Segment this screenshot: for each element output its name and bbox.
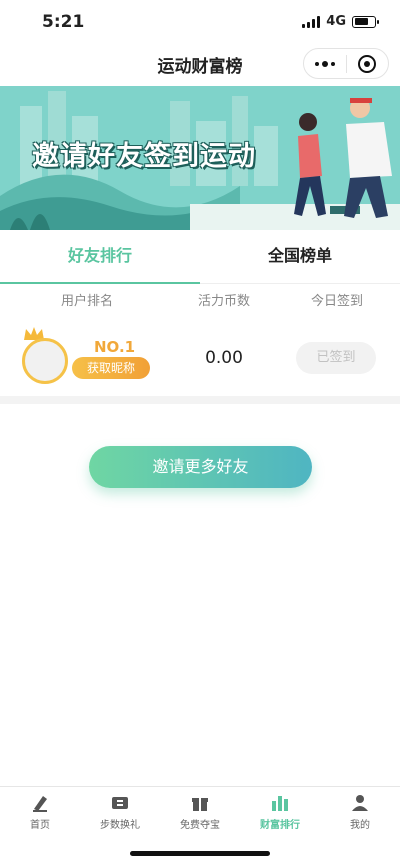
- section-divider: [0, 396, 400, 404]
- home-indicator: [130, 851, 270, 856]
- header-user-rank: 用户排名: [60, 294, 113, 309]
- network-type: 4G: [326, 14, 346, 29]
- home-icon: [33, 796, 47, 812]
- tabbar-label: 我的: [350, 820, 370, 831]
- tabbar-label: 财富排行: [260, 820, 300, 831]
- ticket-icon: [112, 797, 128, 809]
- invite-more-friends-button[interactable]: 邀请更多好友: [89, 446, 312, 488]
- tabbar-item-home[interactable]: 首页: [0, 787, 80, 838]
- close-target-icon: [358, 54, 377, 73]
- avatar: [22, 338, 68, 384]
- user-icon: [352, 795, 368, 811]
- close-mini-program-button[interactable]: [347, 49, 389, 78]
- header-checkin: 今日签到: [310, 294, 363, 309]
- avatar-group: [20, 326, 70, 386]
- get-nickname-button[interactable]: 获取昵称: [72, 357, 150, 379]
- rank-label: NO.1: [94, 338, 136, 356]
- gift-icon: [192, 798, 208, 811]
- tab-national-ranking[interactable]: 全国榜单: [200, 230, 400, 283]
- tab-friends-ranking[interactable]: 好友排行: [0, 230, 200, 284]
- checked-in-button[interactable]: 已签到: [296, 342, 376, 374]
- tabbar-item-wealth-ranking[interactable]: 财富排行: [240, 787, 320, 838]
- tabbar-label: 免费夺宝: [180, 820, 220, 831]
- invite-banner[interactable]: 邀请好友签到运动: [0, 86, 400, 230]
- more-dots-icon: [314, 60, 335, 67]
- ranking-table-header: 用户排名 活力币数 今日签到: [0, 284, 400, 320]
- tabbar-item-steps-gifts[interactable]: 步数换礼: [80, 787, 160, 838]
- ranking-tabs: 好友排行 全国榜单: [0, 230, 400, 284]
- status-icons: 4G: [302, 14, 379, 29]
- battery-icon: [352, 15, 379, 28]
- bottom-tab-bar: 首页 步数换礼 免费夺宝 财富排行 我的: [0, 786, 400, 838]
- nav-bar: 运动财富榜: [0, 44, 400, 84]
- status-time: 5:21: [42, 12, 85, 32]
- coins-value: 0.00: [205, 348, 243, 368]
- tabbar-label: 步数换礼: [100, 820, 140, 831]
- table-row: NO.1 获取昵称 0.00 已签到: [0, 320, 400, 396]
- status-bar: 5:21 4G: [0, 0, 400, 44]
- tabbar-label: 首页: [30, 820, 50, 831]
- banner-title: 邀请好友签到运动: [32, 141, 256, 172]
- tabbar-item-free-treasure[interactable]: 免费夺宝: [160, 787, 240, 838]
- tabbar-item-mine[interactable]: 我的: [320, 787, 400, 838]
- more-button[interactable]: [304, 49, 346, 78]
- header-coins: 活力币数: [197, 294, 250, 309]
- mini-program-capsule: [303, 48, 389, 79]
- bar-chart-icon: [272, 796, 288, 811]
- signal-icon: [302, 15, 321, 28]
